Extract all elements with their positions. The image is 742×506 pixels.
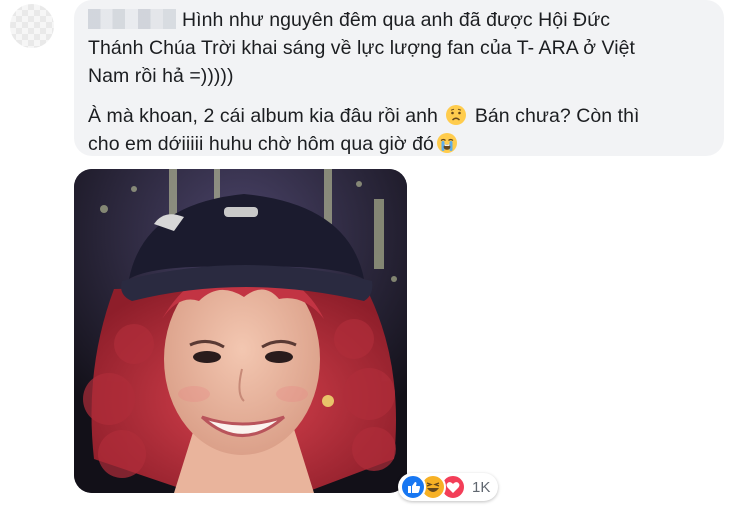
avatar[interactable] [10,4,54,48]
worried-face-icon [446,105,467,125]
like-icon [400,474,426,500]
comment-paragraph-1: Hình như nguyên đêm qua anh đã được Hội … [88,6,710,90]
comment-para2-text-3: cho em dớiiiii huhu chờ hôm qua giờ đó [88,133,434,155]
reaction-count: 1K [472,478,491,496]
comment-thread: Hình như nguyên đêm qua anh đã được Hội … [0,0,742,506]
reaction-summary[interactable]: 1K [398,473,499,501]
comment-para2-text-1: À mà khoan, 2 cái album kia đâu rồi anh [88,105,438,127]
comment-bubble: Hình như nguyên đêm qua anh đã được Hội … [74,0,724,156]
comment-line-1: Hình như nguyên đêm qua anh đã được Hội … [182,9,611,31]
comment-photo[interactable] [74,169,407,493]
comment-line-3: Nam rồi hả =))))) [88,65,234,87]
photo-illustration [74,169,407,493]
comment-para2-text-2: Bán chưa? Còn thì [474,105,640,127]
author-name-redacted[interactable] [88,9,176,29]
crying-face-icon [436,133,457,153]
comment-line-2: Thánh Chúa Trời khai sáng về lực lượng f… [88,37,635,59]
comment-paragraph-2: À mà khoan, 2 cái album kia đâu rồi anh … [88,102,710,158]
